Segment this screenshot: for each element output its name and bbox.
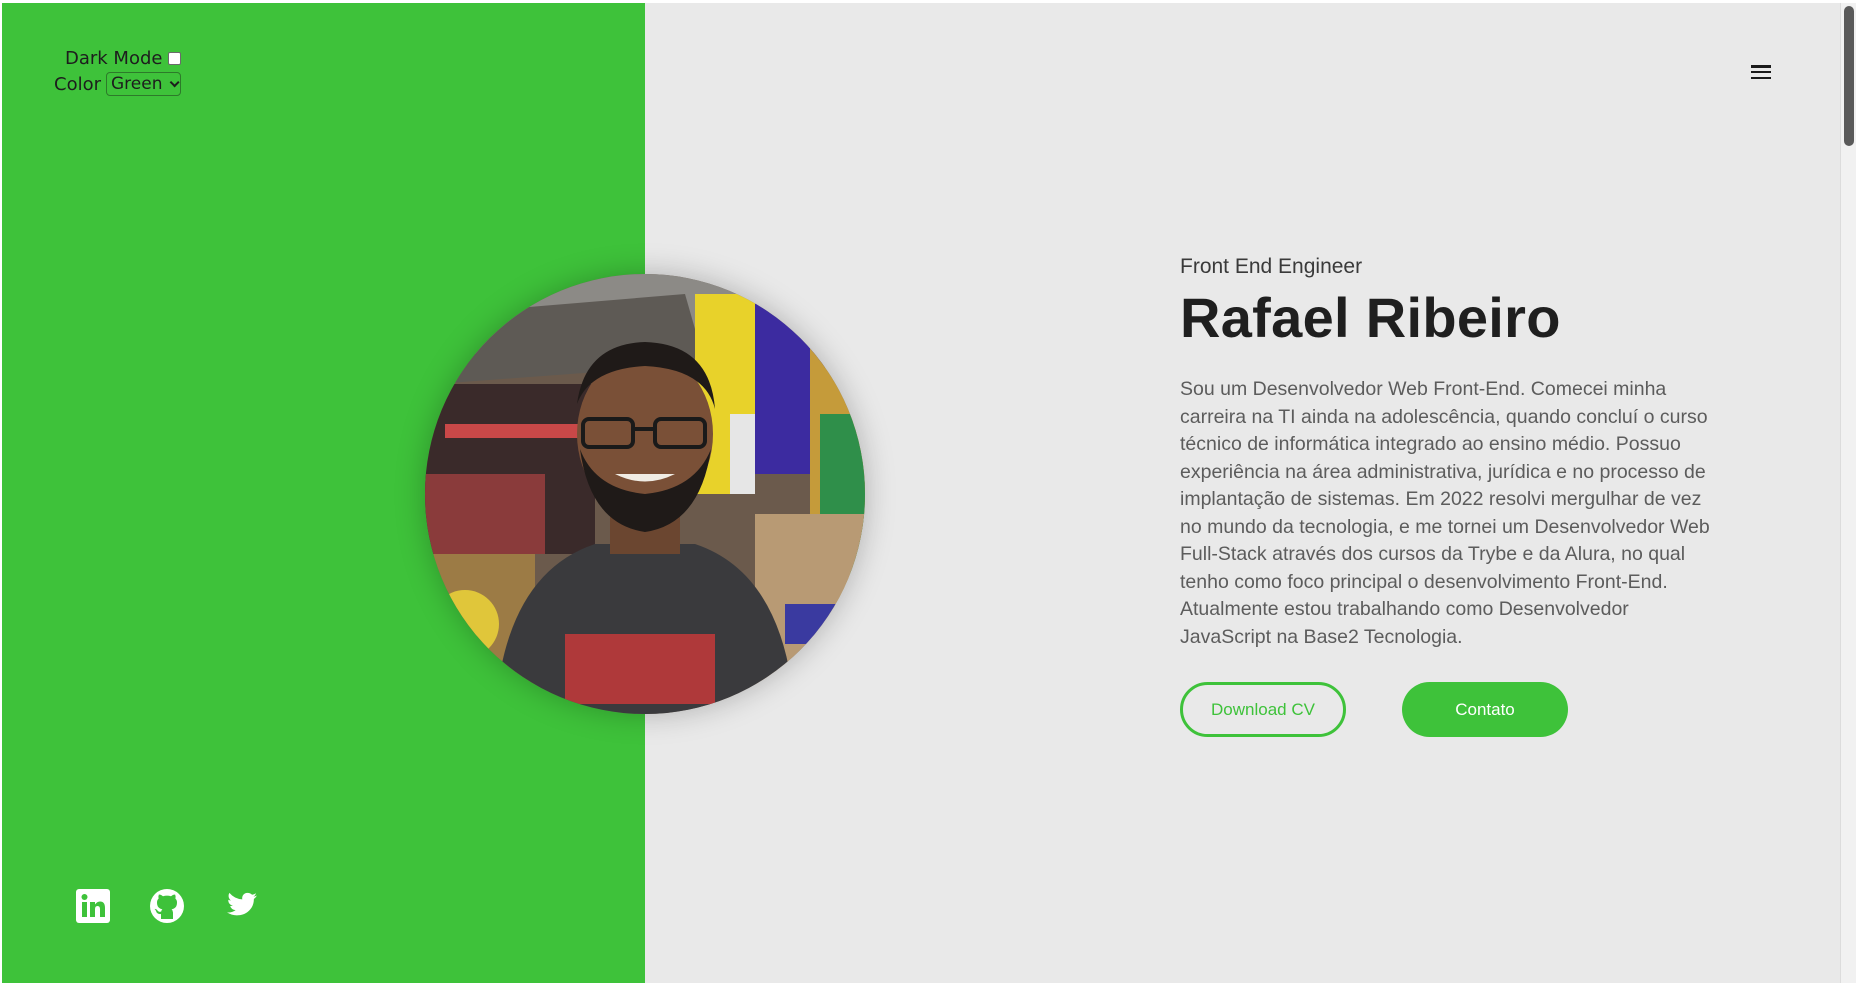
page-scrollbar[interactable] — [1840, 3, 1856, 983]
person-name: Rafael Ribeiro — [1180, 286, 1561, 349]
social-links — [75, 888, 259, 924]
job-title: Front End Engineer — [1180, 255, 1363, 278]
settings-panel: Dark Mode Color Green — [54, 45, 182, 97]
scrollbar-thumb[interactable] — [1844, 6, 1854, 146]
twitter-icon[interactable] — [223, 888, 259, 924]
page-frame: Dark Mode Color Green Front End Engineer… — [0, 0, 1856, 983]
download-cv-button[interactable]: Download CV — [1180, 682, 1346, 737]
linkedin-icon[interactable] — [75, 888, 111, 924]
dark-mode-row: Dark Mode — [54, 45, 182, 71]
page: Dark Mode Color Green Front End Engineer… — [2, 3, 1840, 983]
bio-paragraph: Sou um Desenvolvedor Web Front-End. Come… — [1180, 378, 1710, 648]
chevron-down-icon — [170, 76, 181, 87]
dark-mode-checkbox[interactable] — [168, 51, 182, 65]
hamburger-menu-icon[interactable] — [1749, 63, 1773, 81]
dark-mode-label: Dark Mode — [65, 47, 163, 69]
hero-actions: Download CV Contato — [1180, 682, 1568, 737]
github-icon[interactable] — [149, 888, 185, 924]
profile-photo — [425, 274, 865, 714]
contact-button[interactable]: Contato — [1402, 682, 1568, 737]
color-label: Color — [54, 73, 101, 95]
color-select[interactable]: Green — [106, 72, 182, 96]
color-row: Color Green — [54, 71, 182, 97]
color-select-value: Green — [111, 74, 163, 94]
intro-section: Front End Engineer Rafael Ribeiro Sou um… — [1180, 255, 1725, 651]
